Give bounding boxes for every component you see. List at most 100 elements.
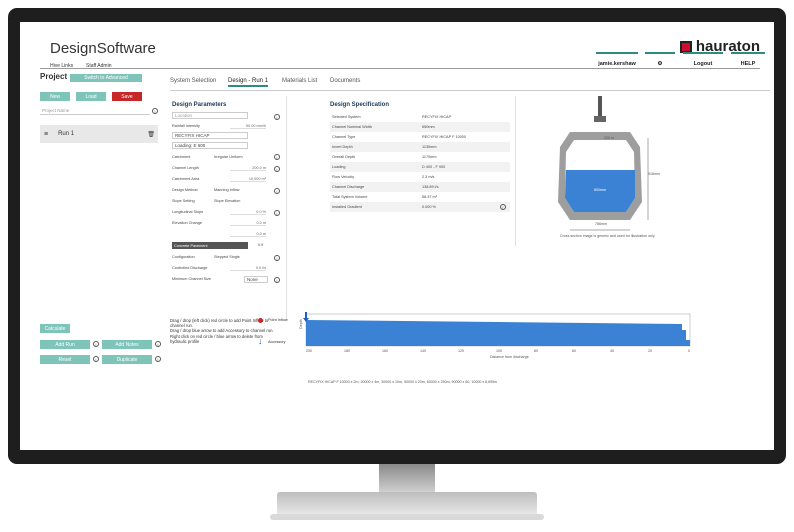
menu-icon: ≡ <box>44 130 49 138</box>
grate-post <box>598 96 602 118</box>
profile-tick: 0 <box>688 349 690 353</box>
design-parameters-panel: Design Parameters Location i Rainfall In… <box>170 96 287 320</box>
profile-tick: 80 <box>534 349 538 353</box>
info-icon[interactable]: i <box>274 277 280 283</box>
help-button[interactable]: HELP <box>731 52 765 68</box>
design-parameters-title: Design Parameters <box>172 102 227 108</box>
elevation-input[interactable]: 0.0 m <box>230 232 266 237</box>
design-method-radio[interactable]: Manning Inflow <box>214 188 240 192</box>
calculate-button[interactable]: Calculate <box>40 324 70 333</box>
dim-top-label: 200 m <box>604 136 614 140</box>
profile-tick: 140 <box>420 349 426 353</box>
info-icon[interactable]: i <box>274 255 280 261</box>
info-icon[interactable]: i <box>274 154 280 160</box>
minimum-channel-select[interactable]: None <box>244 276 268 283</box>
surface-type-select[interactable]: Concrete Pavement <box>172 242 248 249</box>
spec-row: Selected System RECYFIX HICAP <box>332 115 452 119</box>
configuration-radio[interactable]: Stepped Single <box>214 255 240 259</box>
add-notes-button[interactable]: Add Notes <box>102 340 152 349</box>
catchment-radio[interactable]: Irregular Uniform <box>214 155 242 159</box>
slope-setting-radio[interactable]: Slope Elevation <box>214 199 240 203</box>
project-title: Project <box>40 72 68 81</box>
project-name-input[interactable]: Project Name <box>40 106 150 115</box>
duplicate-button[interactable]: Duplicate <box>102 355 152 364</box>
profile-tick: 200 <box>306 349 312 353</box>
catchment-area-input[interactable]: 10,000 m² <box>230 177 266 182</box>
info-icon[interactable]: i <box>155 341 161 347</box>
switch-advanced-button[interactable]: Switch to Advanced <box>70 74 142 82</box>
info-icon[interactable]: i <box>274 210 280 216</box>
logout-button[interactable]: Logout <box>683 52 723 68</box>
app-title: DesignSoftware <box>50 40 156 57</box>
info-icon[interactable]: i <box>152 108 158 114</box>
accessory-label: Accessory <box>268 340 286 344</box>
monitor-stand-base <box>270 514 544 520</box>
longitudinal-slope-input[interactable]: 0.0 % <box>230 210 266 215</box>
system-select[interactable]: RECYFIX HICAP <box>172 132 248 139</box>
profile-tick: 100 <box>496 349 502 353</box>
app-screen: DesignSoftware hauraton Hive Links Staff… <box>20 22 774 450</box>
reset-button[interactable]: Reset <box>40 355 90 364</box>
tab-materials-list[interactable]: Materials List <box>282 78 317 84</box>
hive-links-link[interactable]: Hive Links <box>50 63 73 69</box>
gear-icon: ⚙ <box>657 61 663 67</box>
elevation-change-input[interactable]: 0.0 m <box>230 221 266 226</box>
profile-ylabel: Depth <box>298 319 303 329</box>
save-button[interactable]: Save <box>112 92 142 101</box>
design-specification-panel: Design Specification Selected System RECY… <box>320 96 516 246</box>
staff-admin-link[interactable]: Staff Admin <box>86 63 111 69</box>
info-icon[interactable]: i <box>274 188 280 194</box>
channel-length-input[interactable]: 200.0 m <box>230 166 266 171</box>
channel-summary-text: RECYFIX HICAP F 10000 x 2m, 20000 x 4m, … <box>308 380 498 384</box>
param-label: Longitudinal Slope <box>172 210 204 214</box>
info-icon[interactable]: i <box>274 166 280 172</box>
param-label: Catchment Area <box>172 177 200 181</box>
profile-tick: 120 <box>458 349 464 353</box>
spec-row: Channel Discharge 138.89 l/s <box>330 182 510 192</box>
add-run-button[interactable]: Add Run <box>40 340 90 349</box>
hydraulic-profile-chart <box>303 312 691 347</box>
hauraton-logo-icon <box>679 40 692 53</box>
run-list-item[interactable]: ≡ Run 1 🗑 <box>40 125 158 143</box>
tab-documents[interactable]: Documents <box>330 78 360 84</box>
point-inflow-label: Point Inflow <box>268 318 288 322</box>
new-button[interactable]: New <box>40 92 70 101</box>
cross-section-caption: Cross section image is generic and used … <box>560 234 655 238</box>
param-label: Configuration <box>172 255 195 259</box>
profile-tick: 20 <box>648 349 652 353</box>
point-inflow-marker-icon[interactable] <box>258 318 263 323</box>
tab-design-run[interactable]: Design - Run 1 <box>228 78 269 87</box>
info-icon[interactable]: i <box>500 204 506 210</box>
param-label: Elevation Change <box>172 221 202 225</box>
info-icon[interactable]: i <box>155 356 161 362</box>
grate-top <box>594 116 606 122</box>
loading-select[interactable]: Loading: E 600 <box>172 142 248 149</box>
dim-right-label: 918mm <box>648 172 660 176</box>
param-label: Rainfall Intensity <box>172 124 200 128</box>
rainfall-intensity-input[interactable]: 50.00 mm/h <box>230 124 266 129</box>
runoff-coefficient[interactable]: 0.9 <box>258 243 263 247</box>
tab-system-selection[interactable]: System Selection <box>170 78 216 84</box>
info-icon[interactable]: i <box>274 114 280 120</box>
design-specification-title: Design Specification <box>330 102 390 108</box>
param-label: Controlled Discharge <box>172 266 208 270</box>
controlled-discharge-input[interactable]: 0.0 l/s <box>230 266 266 271</box>
user-button[interactable]: jamie.kershaw <box>596 52 638 68</box>
spec-row: Channel Nominal Width 650mm <box>330 122 510 132</box>
param-label: Minimum Channel Size <box>172 277 212 281</box>
spec-row: Loading D 400 - F 900 <box>330 162 510 172</box>
trash-icon[interactable]: 🗑 <box>147 131 155 138</box>
location-input[interactable]: Location <box>172 112 248 119</box>
spec-row: Installed Gradient 0.000 % <box>330 202 510 212</box>
accessory-arrow-icon[interactable]: ↓ <box>258 336 263 346</box>
info-icon[interactable]: i <box>93 341 99 347</box>
profile-water <box>306 320 690 346</box>
dim-inner-label: 800mm <box>594 188 606 192</box>
settings-button[interactable]: ⚙ <box>645 52 675 68</box>
spec-row: Invert Depth 1130mm <box>330 142 510 152</box>
load-button[interactable]: Load <box>76 92 106 101</box>
profile-tick: 60 <box>572 349 576 353</box>
spec-row: Overall Depth 1170mm <box>332 155 437 159</box>
info-icon[interactable]: i <box>93 356 99 362</box>
param-label: Catchment <box>172 155 191 159</box>
